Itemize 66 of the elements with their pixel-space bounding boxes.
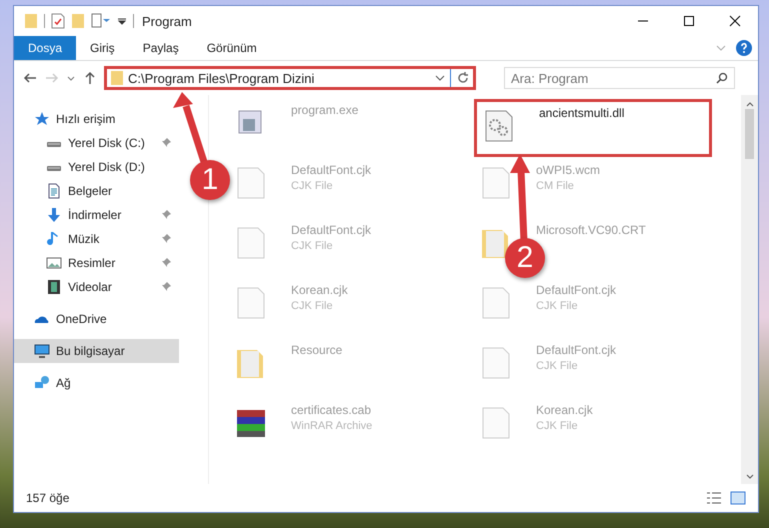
pin-icon[interactable]	[161, 282, 171, 292]
file-name: Microsoft.VC90.CRT	[536, 223, 646, 237]
scroll-down-icon[interactable]	[746, 474, 754, 480]
file-name: Korean.cjk	[536, 403, 593, 417]
checklist-icon[interactable]	[51, 13, 65, 29]
file-name: ancientsmulti.dll	[539, 106, 624, 120]
pin-icon[interactable]	[161, 210, 171, 220]
file-type: CM File	[536, 180, 575, 192]
file-type: CJK File	[536, 360, 579, 372]
folder-icon	[111, 70, 123, 86]
file-type: CJK File	[536, 420, 579, 432]
sidebar-item[interactable]: İndirmeler	[14, 203, 179, 227]
file-type: CJK File	[536, 300, 579, 312]
file-type: CJK File	[291, 240, 334, 252]
file-name: oWPI5.wcm	[536, 163, 600, 177]
ribbon-tab[interactable]: Paylaş	[128, 36, 193, 60]
properties-icon[interactable]	[91, 13, 111, 29]
document-icon	[46, 183, 62, 199]
item-count: 157 öğe	[26, 491, 70, 505]
file-name: DefaultFont.cjk	[536, 343, 616, 357]
refresh-icon[interactable]	[456, 71, 470, 85]
file-name: DefaultFont.cjk	[291, 223, 372, 237]
sidebar-item[interactable]: Bu bilgisayar	[14, 339, 179, 363]
sidebar-item[interactable]: Yerel Disk (C:)	[14, 131, 179, 155]
sidebar-item[interactable]: Müzik	[14, 227, 179, 251]
download-arrow-icon	[46, 207, 62, 223]
file-name: Resource	[291, 343, 342, 357]
picture-icon	[46, 255, 62, 271]
sidebar-item[interactable]: Belgeler	[14, 179, 179, 203]
file-name: DefaultFont.cjk	[291, 163, 372, 177]
chevron-down-icon[interactable]	[435, 74, 445, 82]
pin-icon[interactable]	[161, 258, 171, 268]
scroll-thumb[interactable]	[745, 109, 754, 159]
scrollbar[interactable]	[741, 95, 758, 484]
help-icon[interactable]	[736, 40, 752, 56]
sidebar-item[interactable]: Yerel Disk (D:)	[14, 155, 179, 179]
sidebar-item[interactable]: Resimler	[14, 251, 179, 275]
file-name: certificates.cab	[291, 403, 372, 417]
monitor-icon	[34, 343, 50, 359]
star-icon	[34, 111, 50, 127]
large-icons-view-icon[interactable]	[730, 491, 746, 505]
ribbon-tab[interactable]: Giriş	[76, 36, 129, 60]
drive-icon	[46, 164, 62, 172]
film-icon	[46, 279, 62, 295]
pin-icon[interactable]	[161, 234, 171, 244]
details-view-icon[interactable]	[706, 491, 722, 505]
maximize-icon	[683, 15, 695, 27]
address-field[interactable]: C:\Program Files\Program Dizini	[104, 66, 476, 90]
ribbon-tab[interactable]: Görünüm	[192, 36, 271, 60]
file-type: WinRAR Archive	[291, 420, 372, 432]
sidebar-item[interactable]: OneDrive	[14, 307, 179, 331]
file-name: program.exe	[291, 103, 358, 117]
sidebar-item[interactable]: Ağ	[14, 371, 179, 395]
ribbon-tab[interactable]: Dosya	[14, 36, 76, 60]
file-type: CJK File	[291, 180, 334, 192]
drive-icon	[46, 140, 62, 148]
network-icon	[34, 375, 50, 391]
scroll-up-icon[interactable]	[746, 101, 754, 107]
file-type: CJK File	[291, 300, 334, 312]
pin-icon[interactable]	[161, 138, 171, 148]
sidebar-item[interactable]: Hızlı erişim	[14, 107, 179, 131]
close-icon	[729, 15, 741, 27]
file-name: Korean.cjk	[291, 283, 348, 297]
file-name: DefaultFont.cjk	[536, 283, 616, 297]
sidebar-item[interactable]: Videolar	[14, 275, 179, 299]
window-title: Program	[142, 14, 193, 28]
